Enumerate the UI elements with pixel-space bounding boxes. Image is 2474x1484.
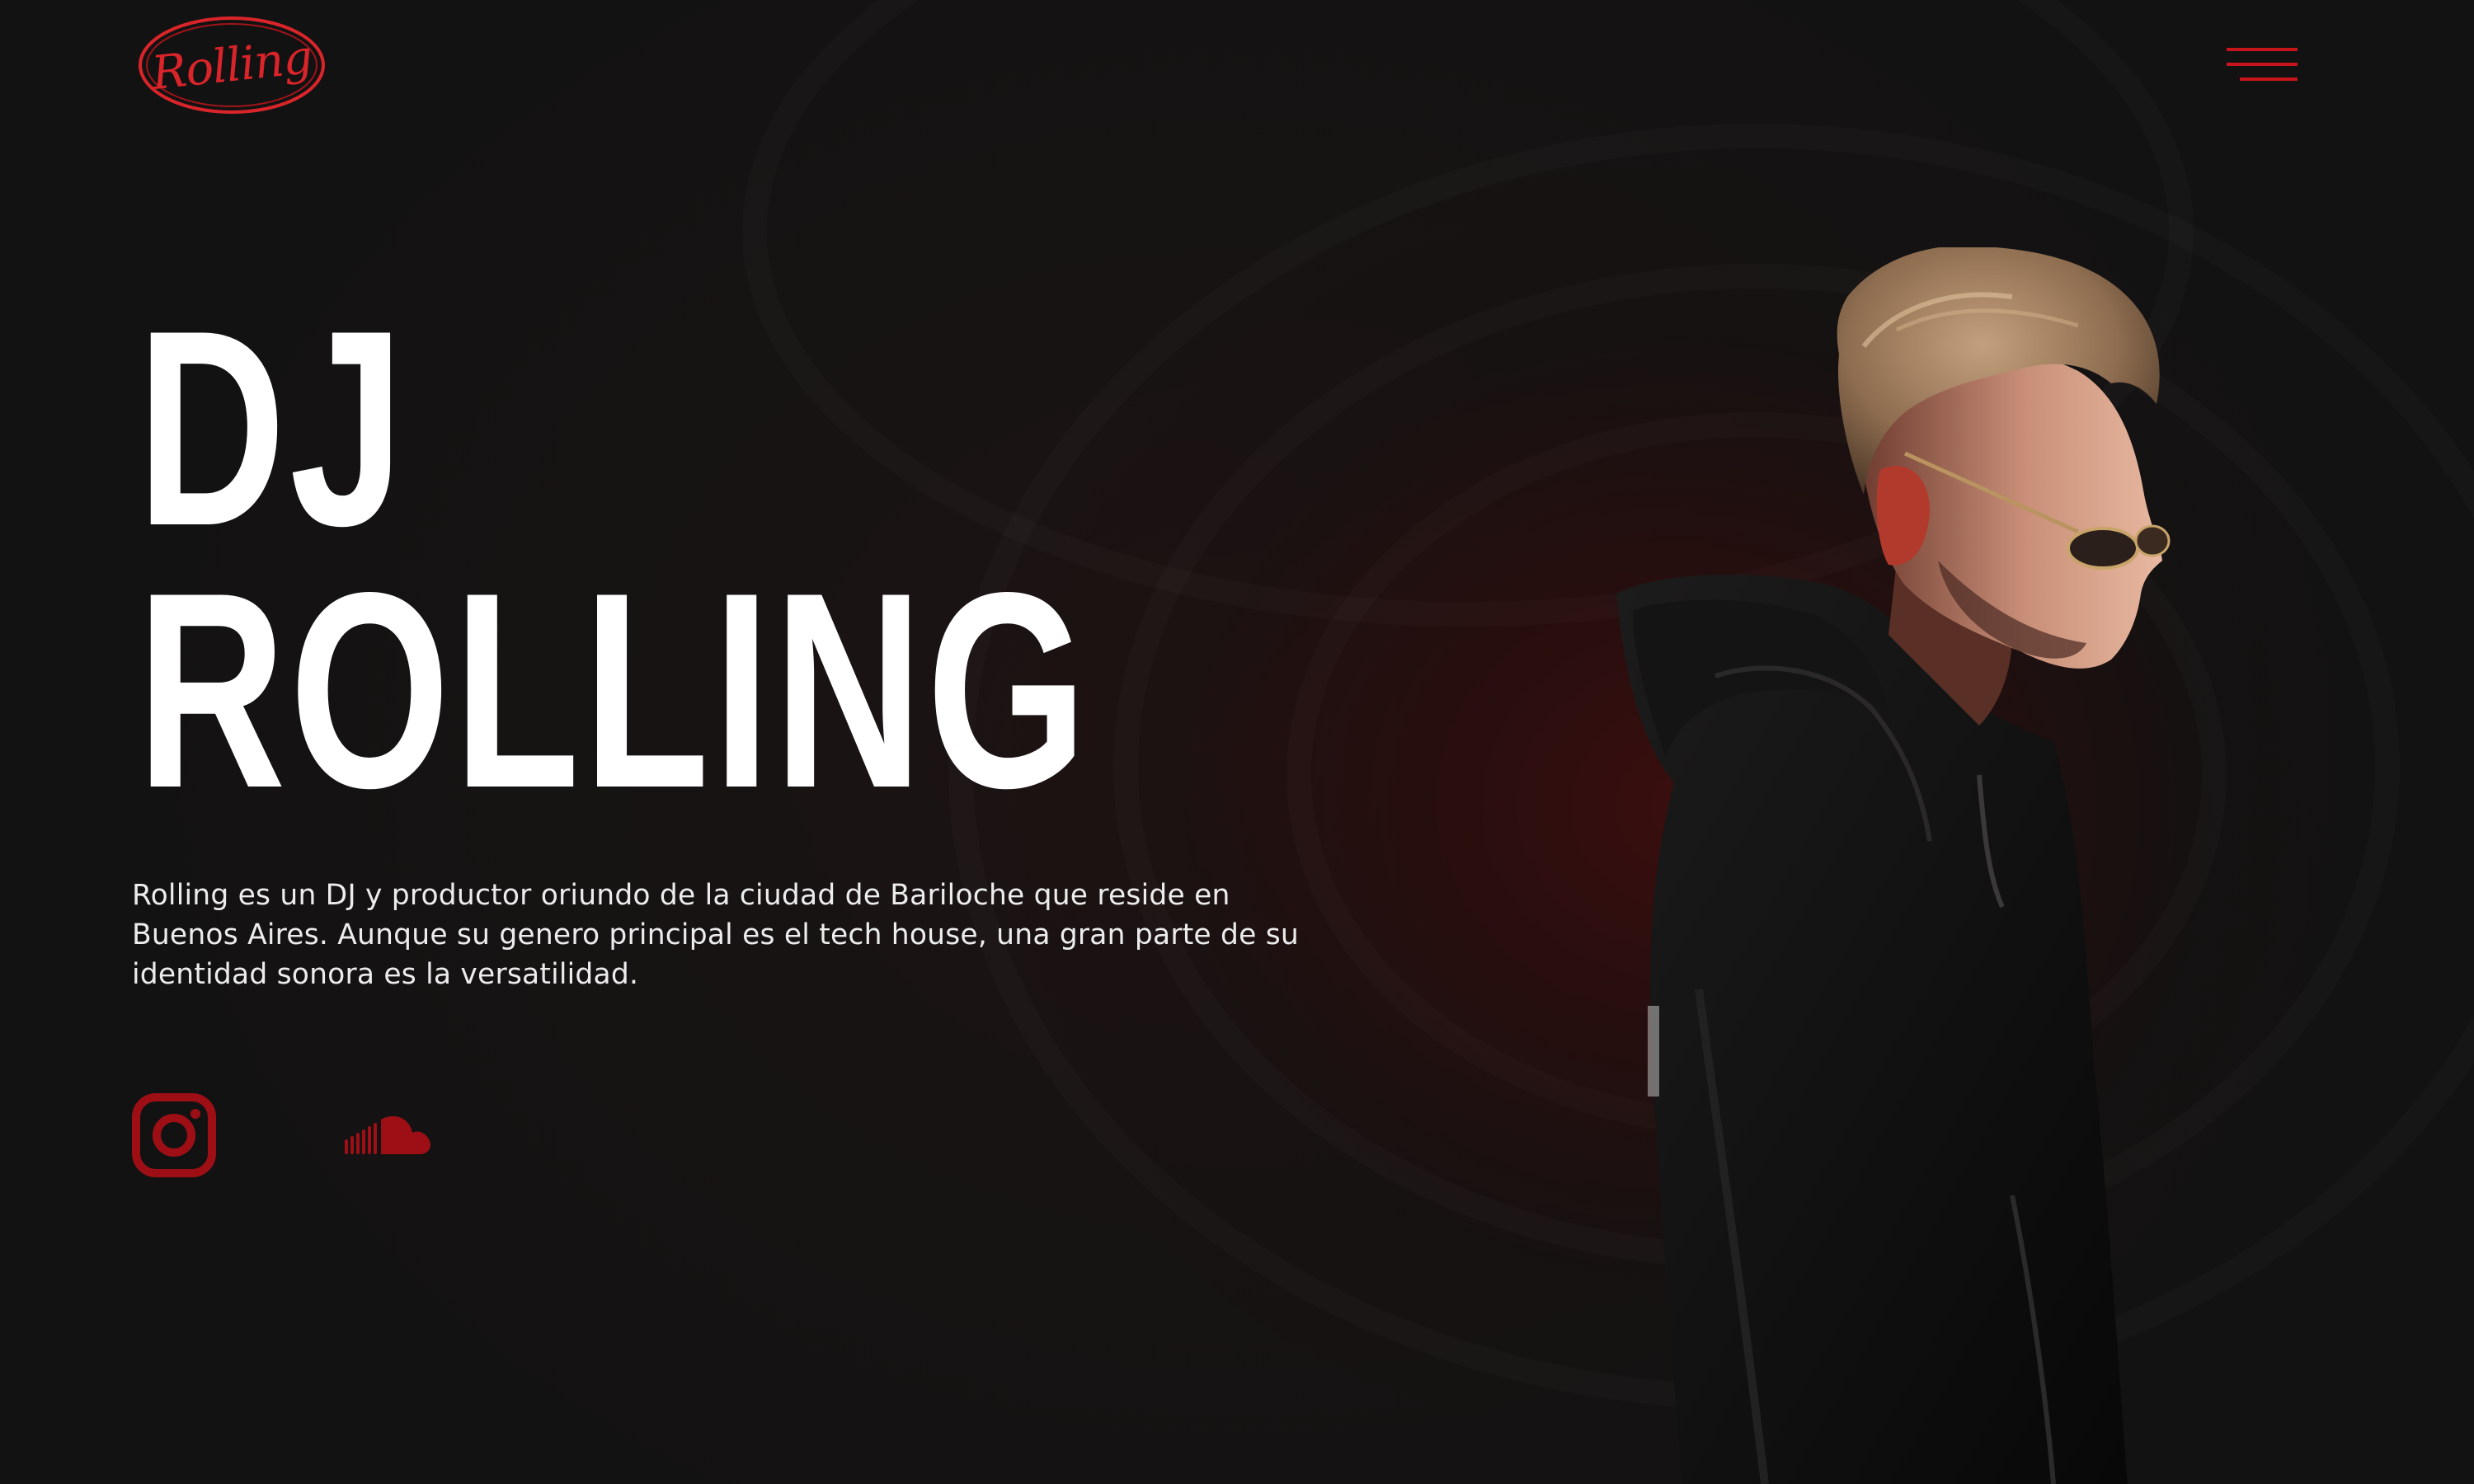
hero-description: Rolling es un DJ y productor oriundo de … [132, 879, 1299, 991]
soundcloud-icon [345, 1115, 430, 1154]
page: Rolling DJ ROLLING Rolling es un DJ y pr… [0, 0, 2474, 1484]
logo-link[interactable]: Rolling [137, 15, 327, 115]
logo-text: Rolling [148, 30, 315, 101]
menu-button[interactable] [2227, 48, 2298, 84]
hero-title-line-1: DJ [137, 272, 408, 584]
hero-title: DJ ROLLING [137, 272, 1091, 846]
instagram-icon [132, 1093, 216, 1177]
instagram-link[interactable] [132, 1093, 216, 1177]
soundcloud-link[interactable] [345, 1115, 430, 1158]
dj-portrait-image [1616, 247, 2171, 1484]
hero-title-line-2: ROLLING [137, 534, 1091, 846]
